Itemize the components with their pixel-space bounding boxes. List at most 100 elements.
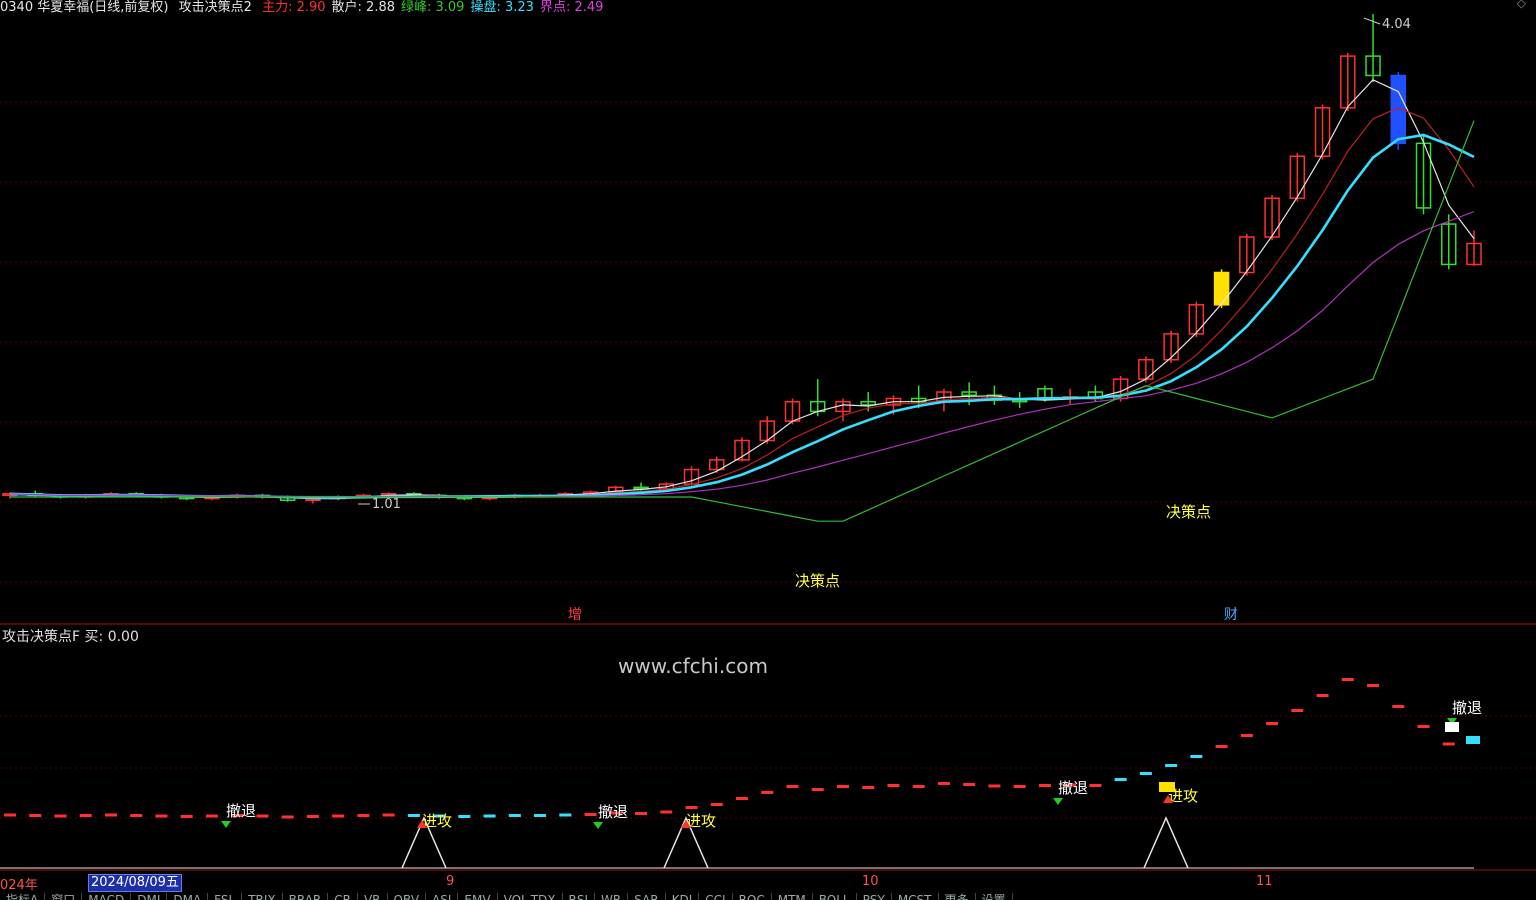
buy-signal-spike — [1143, 816, 1189, 869]
signal-bar — [483, 814, 496, 818]
price-chart[interactable]: 4.041.01 决策点决策点增 财撤退进攻 撤退 进攻撤退 进攻撤退 — [0, 0, 1536, 900]
indicator-tab[interactable]: ROC — [732, 893, 772, 900]
signal-bar — [256, 814, 269, 818]
signal-bar — [458, 815, 471, 818]
indicator-tab[interactable]: FSL — [208, 893, 243, 900]
indicator-tab[interactable]: 更多 — [938, 893, 976, 900]
signal-bar — [382, 813, 395, 817]
indicator-tab[interactable]: BRAR — [282, 893, 329, 900]
header-field: 绿峰: 3.09 — [401, 0, 465, 15]
signal-bar — [29, 814, 42, 817]
indicator-tab[interactable]: 窗口 — [45, 893, 83, 900]
signal-bar — [1316, 694, 1329, 697]
stock-title: 0340 华夏幸福(日线,前复权) — [0, 0, 169, 15]
indicator-tab[interactable]: MACD — [82, 893, 132, 900]
header-field: 主力: 2.90 — [262, 0, 326, 15]
indicator-tab[interactable]: EMV — [458, 893, 498, 900]
decision-point-label: 决策点 — [1166, 503, 1211, 521]
signal-bar — [357, 814, 370, 817]
signal-bar — [660, 810, 673, 814]
signal-bar — [1013, 785, 1026, 788]
indicator-tab[interactable]: WR — [595, 893, 629, 900]
indicator-tab[interactable]: CR — [328, 893, 358, 900]
signal-bar — [836, 785, 849, 788]
indicator-tab[interactable]: 设置 — [975, 893, 1013, 900]
signal-bar — [407, 814, 420, 817]
sub-header: 攻击决策点F 买: 0.00 — [2, 626, 139, 646]
buy-label: 买: — [84, 629, 104, 645]
signal-bar — [988, 784, 1001, 788]
window-control-icon[interactable]: ◇ — [1517, 0, 1526, 10]
indicator-tab[interactable]: DMI — [131, 893, 168, 900]
signal-bar — [761, 791, 774, 794]
signal-bar — [205, 814, 218, 818]
indicator-tab[interactable]: DMA — [167, 893, 209, 900]
signal-bar — [1089, 784, 1102, 787]
marker-label: 增 — [568, 607, 582, 623]
signal-bar — [1165, 764, 1178, 767]
signal-marker-label: 撤退 — [598, 803, 628, 821]
signal-bar — [1392, 705, 1405, 708]
attack-box — [1159, 782, 1175, 792]
indicator-tab[interactable]: BOLL — [812, 893, 857, 900]
signal-bar — [963, 783, 976, 786]
signal-bar — [332, 814, 345, 818]
signal-bar — [1367, 684, 1380, 687]
candle-body — [1213, 271, 1230, 306]
signal-bar — [1417, 725, 1430, 728]
signal-bar — [306, 815, 319, 818]
main-header: 0340 华夏幸福(日线,前复权) 攻击决策点2 主力: 2.90 散户: 2.8… — [0, 0, 615, 15]
indicator-tab[interactable]: VR — [357, 893, 388, 900]
indicator-tabs: 指标A 窗口 MACD DMI DMA FSL TRIX BRAR CR VR OBV ASI EMV V… — [0, 891, 1536, 900]
indicator-tab[interactable]: 指标A — [0, 893, 46, 900]
indicator-tab[interactable]: RSI — [562, 893, 596, 900]
signal-marker-label: 撤退 — [1058, 779, 1088, 797]
signal-bar — [1341, 678, 1354, 681]
signal-bar — [508, 814, 521, 817]
header-field: 散户: 2.88 — [331, 0, 395, 15]
indicator-name[interactable]: 攻击决策点2 — [179, 0, 252, 15]
signal-bar — [1139, 772, 1152, 775]
signal-bar — [534, 814, 547, 817]
signal-bar — [180, 815, 193, 818]
signal-bar — [635, 812, 648, 815]
signal-bar — [1038, 784, 1051, 787]
signal-bar — [912, 785, 925, 788]
signal-bar — [685, 806, 698, 809]
signal-bar — [1240, 734, 1253, 737]
signal-bar — [811, 788, 824, 791]
signal-bar — [1442, 742, 1455, 746]
month-label: 11 — [1256, 874, 1273, 889]
signal-bar — [1190, 755, 1203, 758]
signal-marker-label: 撤退 — [226, 802, 256, 820]
indicator-tab[interactable]: ASI — [426, 893, 459, 900]
sub-indicator-name[interactable]: 攻击决策点F — [2, 629, 80, 645]
indicator-tab[interactable]: CCI — [699, 893, 733, 900]
indicator-tab[interactable]: TRIX — [242, 893, 283, 900]
indicator-tab[interactable]: OBV — [387, 893, 427, 900]
signal-bar — [937, 782, 950, 785]
signal-marker-label: 撤退 — [1452, 699, 1482, 717]
signal-bar — [281, 815, 294, 819]
indicator-tab[interactable]: SAR — [628, 893, 666, 900]
down-arrow-icon — [593, 822, 603, 829]
month-label: 9 — [446, 874, 455, 889]
indicator-tab[interactable]: MCST — [891, 893, 939, 900]
indicator-tab[interactable]: MTM — [771, 893, 813, 900]
signal-bar — [54, 814, 67, 818]
signal-bar — [710, 803, 723, 806]
indicator-tab[interactable]: VOL-TDX — [497, 893, 563, 900]
down-arrow-icon — [1053, 798, 1063, 805]
watermark: www.cfchi.com — [618, 654, 768, 678]
buy-value: 0.00 — [107, 629, 139, 645]
selected-date: 2024/08/09五 — [88, 874, 182, 892]
down-arrow-icon — [221, 821, 231, 828]
series-line — [9, 79, 1475, 500]
indicator-tab[interactable]: KDJ — [665, 893, 700, 900]
header-field: 操盘: 3.23 — [470, 0, 534, 15]
price-annotation: 4.04 — [1382, 17, 1411, 32]
retreat-box — [1445, 722, 1459, 732]
month-label: 10 — [862, 874, 879, 889]
signal-bar — [1114, 778, 1127, 781]
indicator-tab[interactable]: PSY — [856, 893, 892, 900]
